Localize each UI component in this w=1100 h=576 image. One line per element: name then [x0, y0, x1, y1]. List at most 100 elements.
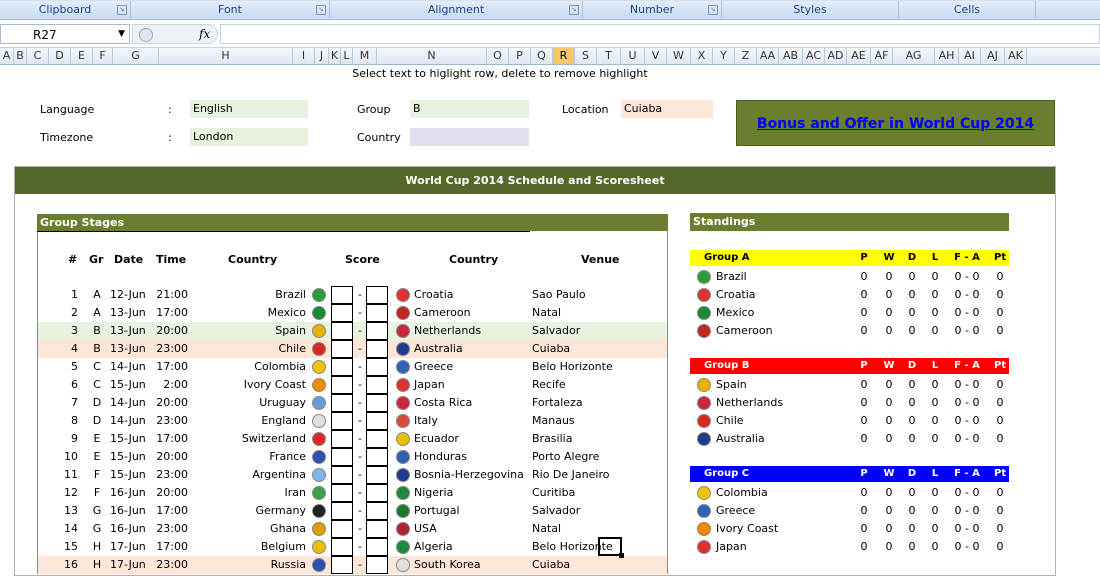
column-header-o[interactable]: O: [487, 48, 509, 64]
column-header-b[interactable]: B: [14, 48, 27, 64]
location-field[interactable]: Cuiaba: [621, 100, 713, 118]
home-team[interactable]: Belgium: [188, 538, 306, 556]
home-score-input[interactable]: [331, 556, 353, 574]
match-row[interactable]: 7 D 14-Jun 20:00 Uruguay - Costa Rica Fortaleza: [38, 394, 667, 412]
home-team[interactable]: Germany: [188, 502, 306, 520]
away-score-input[interactable]: [366, 394, 388, 412]
away-score-input[interactable]: [366, 340, 388, 358]
match-row[interactable]: 14 G 16-Jun 23:00 Ghana - USA Natal: [38, 520, 667, 538]
home-score-input[interactable]: [331, 322, 353, 340]
column-header-af[interactable]: AF: [871, 48, 893, 64]
match-row[interactable]: 13 G 16-Jun 17:00 Germany - Portugal Salvador: [38, 502, 667, 520]
away-team[interactable]: Algeria: [414, 538, 453, 556]
away-team[interactable]: Nigeria: [414, 484, 453, 502]
away-score-input[interactable]: [366, 520, 388, 538]
column-header-ak[interactable]: AK: [1005, 48, 1027, 64]
insert-function-icon[interactable]: fx: [199, 27, 210, 41]
home-team[interactable]: Switzerland: [188, 430, 306, 448]
column-header-ab[interactable]: AB: [779, 48, 803, 64]
timezone-field[interactable]: London: [190, 128, 308, 146]
away-team[interactable]: Italy: [414, 412, 438, 430]
away-score-input[interactable]: [366, 412, 388, 430]
column-header-r[interactable]: R: [553, 48, 575, 64]
match-row[interactable]: 9 E 15-Jun 17:00 Switzerland - Ecuador Brasilia: [38, 430, 667, 448]
away-score-input[interactable]: [366, 448, 388, 466]
match-row[interactable]: 12 F 16-Jun 20:00 Iran - Nigeria Curitiba: [38, 484, 667, 502]
away-team[interactable]: Costa Rica: [414, 394, 472, 412]
home-score-input[interactable]: [331, 448, 353, 466]
column-header-p[interactable]: P: [509, 48, 531, 64]
home-score-input[interactable]: [331, 304, 353, 322]
column-header-t[interactable]: T: [597, 48, 621, 64]
away-score-input[interactable]: [366, 286, 388, 304]
away-team[interactable]: Honduras: [414, 448, 467, 466]
away-score-input[interactable]: [366, 430, 388, 448]
dialog-launcher-icon[interactable]: ↘: [316, 5, 326, 15]
away-score-input[interactable]: [366, 304, 388, 322]
away-score-input[interactable]: [366, 322, 388, 340]
away-team[interactable]: Greece: [414, 358, 453, 376]
home-team[interactable]: Brazil: [188, 286, 306, 304]
home-score-input[interactable]: [331, 484, 353, 502]
column-header-d[interactable]: D: [49, 48, 71, 64]
column-header-h[interactable]: H: [159, 48, 293, 64]
ribbon-group-clipboard[interactable]: Clipboard ↘: [0, 1, 131, 18]
away-score-input[interactable]: [366, 376, 388, 394]
match-row[interactable]: 1 A 12-Jun 21:00 Brazil - Croatia Sao Paulo: [38, 286, 667, 304]
name-box[interactable]: R27 ▼: [0, 24, 130, 44]
column-header-s[interactable]: S: [575, 48, 597, 64]
home-team[interactable]: Ghana: [188, 520, 306, 538]
column-header-w[interactable]: W: [667, 48, 691, 64]
column-header-i[interactable]: I: [293, 48, 315, 64]
formula-input[interactable]: [220, 24, 1100, 44]
home-team[interactable]: Uruguay: [188, 394, 306, 412]
match-row[interactable]: 16 H 17-Jun 23:00 Russia - South Korea Cuiaba: [38, 556, 667, 574]
home-team[interactable]: France: [188, 448, 306, 466]
column-header-g[interactable]: G: [113, 48, 159, 64]
away-score-input[interactable]: [366, 556, 388, 574]
column-header-z[interactable]: Z: [735, 48, 757, 64]
column-header-x[interactable]: X: [691, 48, 713, 64]
column-header-q[interactable]: Q: [531, 48, 553, 64]
column-header-ah[interactable]: AH: [935, 48, 959, 64]
home-team[interactable]: Argentina: [188, 466, 306, 484]
match-row[interactable]: 8 D 14-Jun 23:00 England - Italy Manaus: [38, 412, 667, 430]
match-row[interactable]: 6 C 15-Jun 2:00 Ivory Coast - Japan Recife: [38, 376, 667, 394]
home-team[interactable]: Russia: [188, 556, 306, 574]
column-header-a[interactable]: A: [0, 48, 14, 64]
formula-expand-icon[interactable]: [139, 28, 153, 42]
away-score-input[interactable]: [366, 502, 388, 520]
ribbon-group-alignment[interactable]: Alignment ↘: [330, 1, 583, 18]
match-row[interactable]: 3 B 13-Jun 20:00 Spain - Netherlands Salvador: [38, 322, 667, 340]
column-header-j[interactable]: J: [315, 48, 329, 64]
ribbon-group-number[interactable]: Number ↘: [583, 1, 722, 18]
dialog-launcher-icon[interactable]: ↘: [569, 5, 579, 15]
match-row[interactable]: 5 C 14-Jun 17:00 Colombia - Greece Belo Horizon…: [38, 358, 667, 376]
column-header-y[interactable]: Y: [713, 48, 735, 64]
ribbon-group-editing[interactable]: [1036, 1, 1100, 18]
column-header-f[interactable]: F: [93, 48, 113, 64]
bonus-offer-link[interactable]: Bonus and Offer in World Cup 2014: [757, 116, 1034, 132]
home-score-input[interactable]: [331, 286, 353, 304]
away-team[interactable]: Portugal: [414, 502, 460, 520]
chevron-down-icon[interactable]: ▼: [118, 29, 125, 39]
away-team[interactable]: South Korea: [414, 556, 481, 574]
match-row[interactable]: 2 A 13-Jun 17:00 Mexico - Cameroon Natal: [38, 304, 667, 322]
language-field[interactable]: English: [190, 100, 308, 118]
ribbon-group-font[interactable]: Font ↘: [131, 1, 330, 18]
column-header-m[interactable]: M: [353, 48, 377, 64]
match-row[interactable]: 11 F 15-Jun 23:00 Argentina - Bosnia-Herzegovi…: [38, 466, 667, 484]
match-row[interactable]: 4 B 13-Jun 23:00 Chile - Australia Cuiaba: [38, 340, 667, 358]
home-score-input[interactable]: [331, 466, 353, 484]
away-team[interactable]: Australia: [414, 340, 463, 358]
column-header-u[interactable]: U: [621, 48, 645, 64]
home-score-input[interactable]: [331, 412, 353, 430]
dialog-launcher-icon[interactable]: ↘: [117, 5, 127, 15]
match-row[interactable]: 10 E 15-Jun 20:00 France - Honduras Porto Alegr…: [38, 448, 667, 466]
home-team[interactable]: Spain: [188, 322, 306, 340]
away-score-input[interactable]: [366, 538, 388, 556]
column-header-ae[interactable]: AE: [847, 48, 871, 64]
column-header-l[interactable]: L: [341, 48, 353, 64]
away-score-input[interactable]: [366, 466, 388, 484]
column-header-ag[interactable]: AG: [893, 48, 935, 64]
